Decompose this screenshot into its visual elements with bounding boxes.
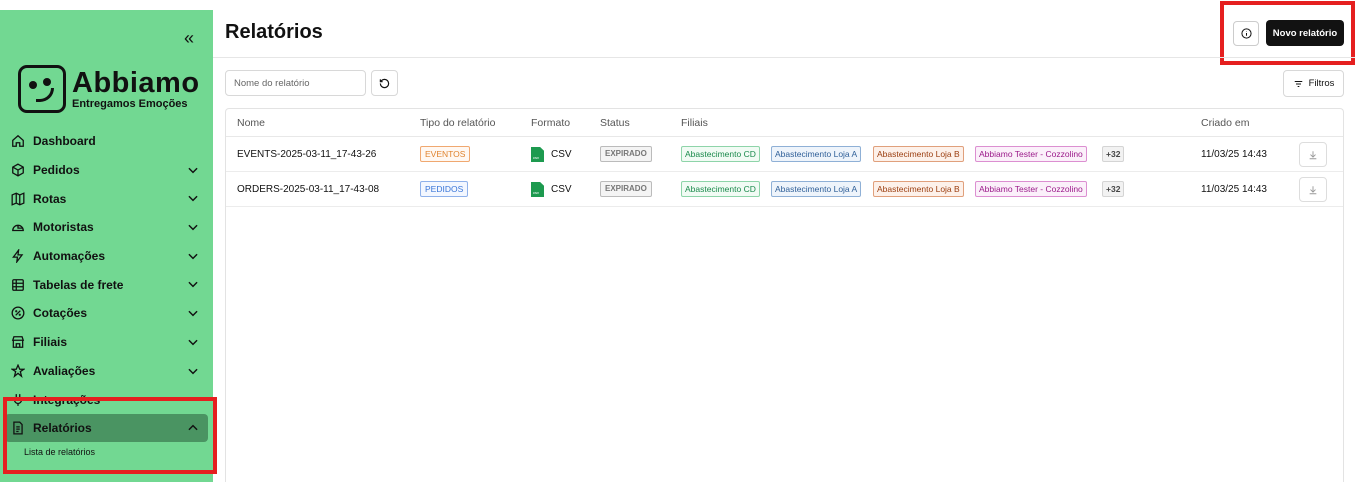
- brand-logo: Abbiamo Entregamos Emoções: [18, 65, 200, 113]
- chevron-down-icon: [188, 224, 198, 231]
- table-row[interactable]: EVENTS-2025-03-11_17-43-26 EVENTOS CSV E…: [226, 137, 1343, 172]
- branch-badge: Abastecimento CD: [681, 146, 760, 162]
- report-format: CSV: [531, 182, 572, 197]
- table-header: Nome Tipo do relatório Formato Status Fi…: [226, 109, 1343, 137]
- download-icon: [1309, 150, 1317, 159]
- star-icon: [10, 363, 26, 379]
- csv-file-icon: [531, 182, 544, 197]
- info-button[interactable]: [1233, 21, 1259, 46]
- column-header: Criado em: [1201, 117, 1250, 129]
- table-row[interactable]: ORDERS-2025-03-11_17-43-08 PEDIDOS CSV E…: [226, 172, 1343, 207]
- sidebar-item-filiais[interactable]: Filiais: [0, 328, 213, 357]
- sidebar-item-tabelas-de-frete[interactable]: Tabelas de frete: [0, 270, 213, 299]
- report-name: EVENTS-2025-03-11_17-43-26: [237, 149, 377, 160]
- lightning-icon: [10, 248, 26, 264]
- branch-badge: Abastecimento Loja A: [771, 181, 862, 197]
- created-date: 11/03/25 14:43: [1201, 149, 1267, 160]
- sidebar-item-rotas[interactable]: Rotas: [0, 184, 213, 213]
- chevron-down-icon: [188, 310, 198, 317]
- branch-badge: Abbiamo Tester - Cozzolino: [975, 181, 1087, 197]
- report-format: CSV: [531, 147, 572, 162]
- download-icon: [1309, 185, 1317, 194]
- column-header: Formato: [531, 117, 571, 129]
- refresh-icon: [379, 78, 390, 88]
- brand-tagline: Entregamos Emoções: [72, 97, 188, 110]
- header-divider: [213, 57, 1355, 58]
- report-type-badge: EVENTOS: [420, 146, 471, 162]
- filter-lines-icon: [1294, 80, 1302, 87]
- status-badge: EXPIRADO: [600, 146, 652, 162]
- sidebar-item-motoristas[interactable]: Motoristas: [0, 213, 213, 242]
- filters-button[interactable]: Filtros: [1283, 70, 1344, 97]
- report-type-badge: PEDIDOS: [420, 181, 469, 197]
- branch-badge: Abastecimento Loja B: [873, 181, 964, 197]
- sidebar-item-cotacoes[interactable]: Cotações: [0, 299, 213, 328]
- csv-file-icon: [531, 147, 544, 162]
- reports-table: Nome Tipo do relatório Formato Status Fi…: [225, 108, 1344, 482]
- download-button[interactable]: [1299, 177, 1327, 202]
- more-branches-badge[interactable]: +32: [1102, 146, 1125, 162]
- brand-name: Abbiamo: [72, 66, 200, 99]
- chevron-down-icon: [188, 339, 198, 346]
- new-report-button[interactable]: Novo relatório: [1266, 20, 1344, 46]
- search-input[interactable]: [225, 70, 366, 96]
- created-date: 11/03/25 14:43: [1201, 184, 1267, 195]
- branch-badge: Abbiamo Tester - Cozzolino: [975, 146, 1087, 162]
- more-branches-badge[interactable]: +32: [1102, 181, 1125, 197]
- status-badge: EXPIRADO: [600, 181, 652, 197]
- chevron-down-icon: [188, 282, 198, 288]
- chevron-down-icon: [188, 167, 198, 174]
- store-icon: [10, 334, 26, 350]
- branch-badge: Abastecimento Loja A: [771, 146, 862, 162]
- branch-badge: Abastecimento Loja B: [873, 146, 964, 162]
- refresh-button[interactable]: [371, 70, 398, 96]
- helmet-icon: [10, 219, 26, 235]
- chevron-down-icon: [188, 196, 198, 202]
- sidebar-item-dashboard[interactable]: Dashboard: [0, 127, 213, 156]
- smiley-logo-icon: [18, 65, 66, 113]
- column-header: Filiais: [681, 117, 708, 129]
- percent-icon: [10, 305, 26, 321]
- table-icon: [10, 277, 26, 293]
- map-icon: [10, 191, 26, 207]
- download-button[interactable]: [1299, 142, 1327, 167]
- page-title: Relatórios: [225, 21, 323, 43]
- package-icon: [10, 162, 26, 178]
- collapse-sidebar-icon[interactable]: «: [184, 29, 194, 47]
- sidebar-item-avaliacoes[interactable]: Avaliações: [0, 357, 213, 386]
- column-header: Tipo do relatório: [420, 117, 496, 129]
- report-name: ORDERS-2025-03-11_17-43-08: [237, 184, 380, 195]
- branch-badge: Abastecimento CD: [681, 181, 760, 197]
- chevron-down-icon: [188, 368, 198, 374]
- column-header: Nome: [237, 117, 266, 129]
- highlight-relatorios: [3, 397, 217, 474]
- column-header: Status: [600, 117, 630, 129]
- info-icon: [1240, 28, 1252, 39]
- chevron-down-icon: [188, 253, 198, 260]
- home-icon: [10, 133, 26, 149]
- sidebar-item-pedidos[interactable]: Pedidos: [0, 156, 213, 185]
- sidebar-item-automacoes[interactable]: Automações: [0, 242, 213, 271]
